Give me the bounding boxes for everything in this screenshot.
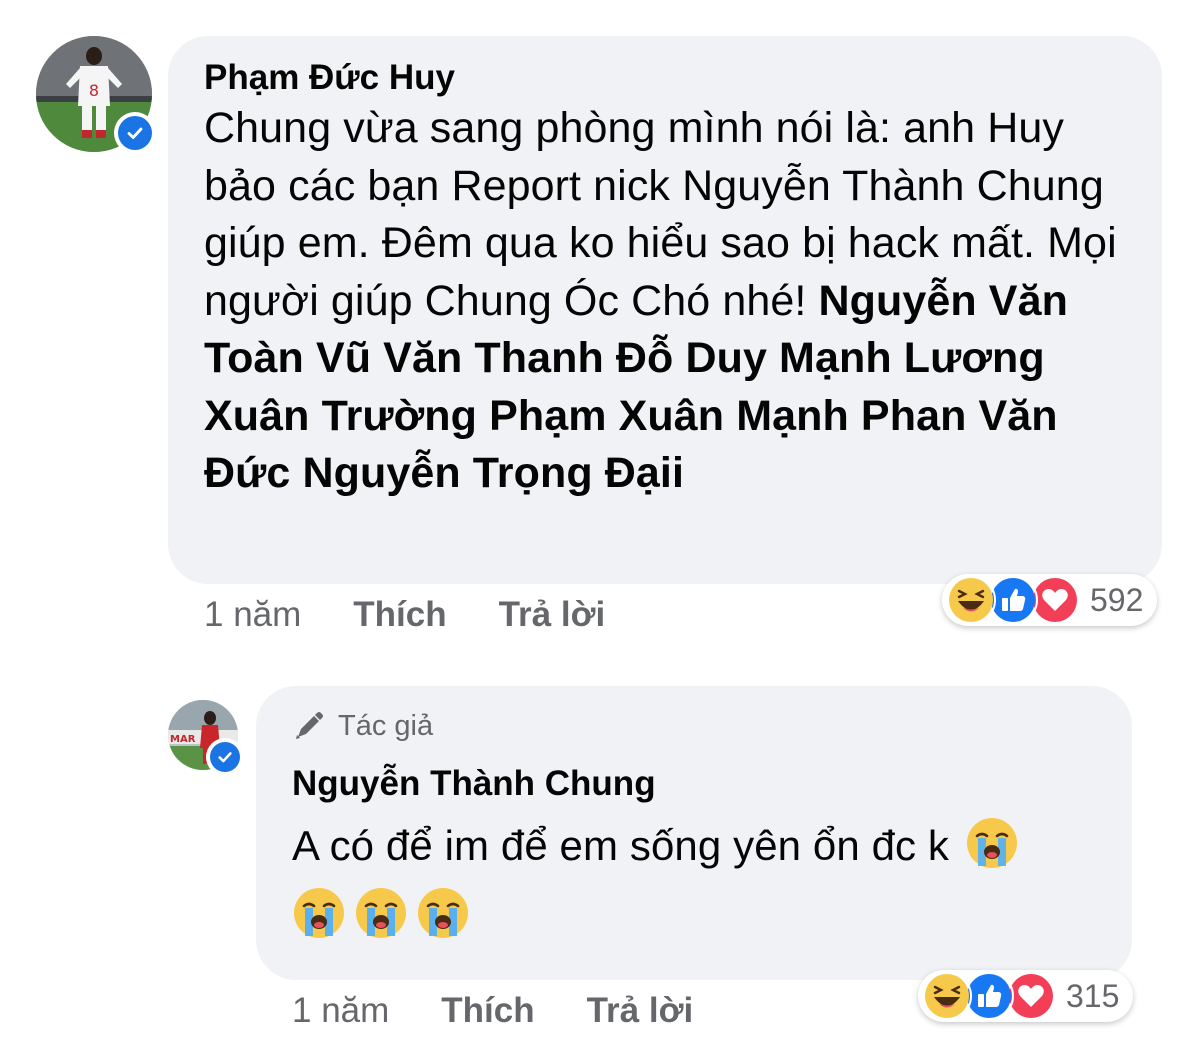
comment-author[interactable]: Nguyễn Thành Chung (292, 762, 1102, 806)
reply-bubble: Tác giả Nguyễn Thành Chung A có để im để… (256, 686, 1132, 980)
author-tag: Tác giả (292, 708, 1102, 744)
loudly-crying-face-icon (356, 888, 406, 938)
haha-reaction-icon (922, 971, 972, 1021)
comment-thread: 8 Phạm Đức Huy Chung vừa sang phòng mình… (0, 0, 1200, 1062)
comment-bubble: Phạm Đức Huy Chung vừa sang phòng mình n… (168, 36, 1162, 584)
comment-timestamp[interactable]: 1 năm (204, 595, 301, 635)
loudly-crying-face-icon (294, 888, 344, 938)
haha-reaction-icon (946, 575, 996, 625)
avatar[interactable]: MAR (168, 700, 244, 776)
comment-text: Chung vừa sang phòng mình nói là: anh Hu… (204, 100, 1132, 503)
comment-text: A có để im để em sống yên ổn đc k (292, 816, 1102, 876)
reaction-count: 592 (1090, 581, 1144, 618)
comment-actions: 1 năm Thích Trả lời (204, 590, 605, 640)
loudly-crying-face-icon (966, 818, 1017, 868)
emoji-row (292, 886, 1102, 940)
like-button[interactable]: Thích (441, 991, 534, 1031)
svg-text:8: 8 (89, 81, 99, 100)
comment-author[interactable]: Phạm Đức Huy (204, 56, 1132, 100)
comment-actions: 1 năm Thích Trả lời (292, 986, 693, 1036)
reply-button[interactable]: Trả lời (587, 991, 694, 1031)
like-button[interactable]: Thích (353, 595, 446, 635)
author-tag-label: Tác giả (338, 710, 434, 742)
comment-body: A có để im để em sống yên ổn đc k (292, 822, 950, 869)
avatar[interactable]: 8 (36, 36, 156, 154)
verified-badge-icon (206, 738, 244, 776)
comment-timestamp[interactable]: 1 năm (292, 991, 389, 1031)
loudly-crying-face-icon (418, 888, 468, 938)
reactions-summary[interactable]: 592 (942, 574, 1158, 626)
svg-text:MAR: MAR (170, 734, 196, 745)
reactions-summary[interactable]: 315 (918, 970, 1134, 1022)
reaction-count: 315 (1066, 977, 1120, 1014)
pen-icon (296, 712, 323, 739)
reply-button[interactable]: Trả lời (499, 595, 606, 635)
verified-badge-icon (114, 112, 156, 154)
